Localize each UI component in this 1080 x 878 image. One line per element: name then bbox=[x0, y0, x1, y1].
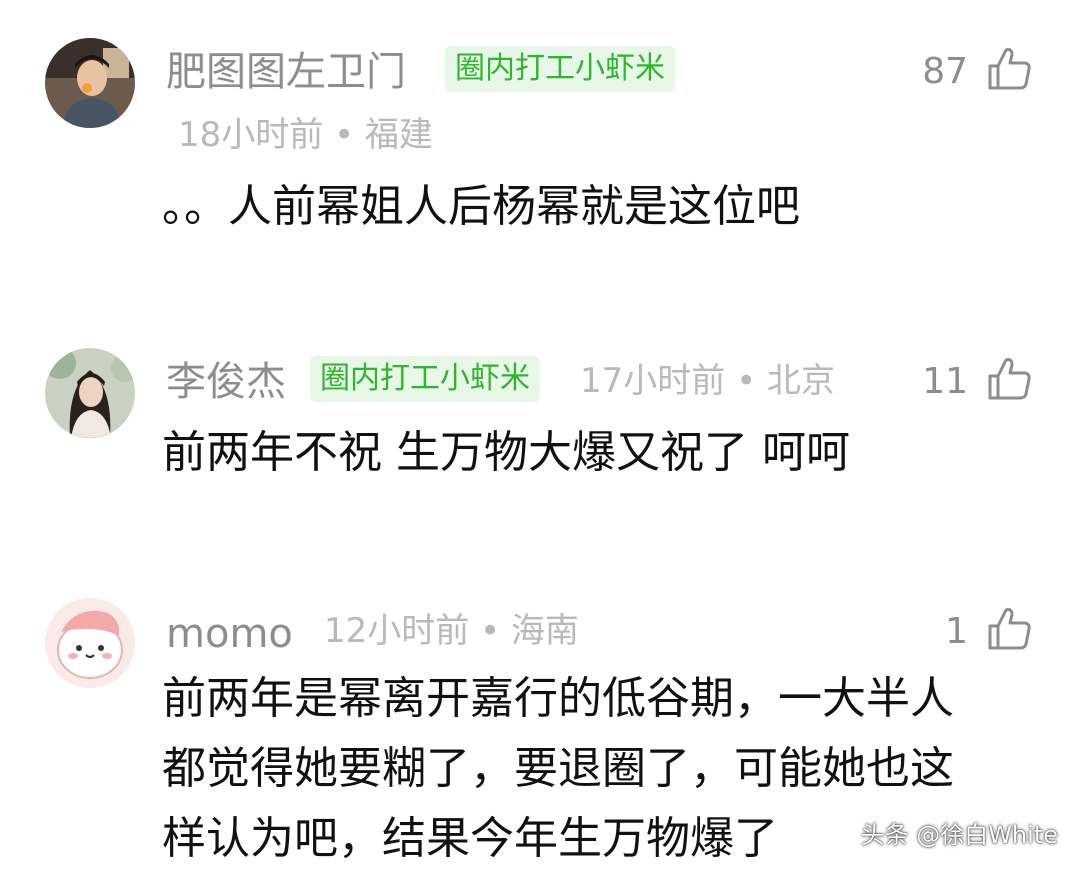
avatar[interactable] bbox=[45, 348, 135, 438]
comment-item: 李俊杰 圈内打工小虾米 17小时前 • 北京 11 前两年不祝 生万物大爆又祝了… bbox=[0, 300, 1080, 570]
thumbs-up-icon[interactable] bbox=[986, 354, 1034, 402]
comment-meta: 17小时前 • 北京 bbox=[580, 361, 835, 401]
thumbs-up-icon[interactable] bbox=[986, 44, 1034, 92]
comment-text-line: 都觉得她要糊了，要退圈了，可能她也这 bbox=[162, 743, 954, 794]
user-badge: 圈内打工小虾米 bbox=[310, 356, 540, 402]
comment-text: 前两年不祝 生万物大爆又祝了 呵呵 bbox=[162, 418, 850, 488]
username[interactable]: 肥图图左卫门 bbox=[166, 52, 406, 92]
username[interactable]: 李俊杰 bbox=[166, 362, 286, 402]
comment-text-line: 样认为吧，结果今年生万物爆了 bbox=[162, 813, 778, 864]
like-count: 87 bbox=[922, 51, 968, 92]
comment-text-line: 前两年不祝 生万物大爆又祝了 呵呵 bbox=[162, 427, 850, 478]
like-count: 11 bbox=[922, 361, 968, 402]
user-badge: 圈内打工小虾米 bbox=[445, 46, 675, 92]
comment-text-line: 前两年是幂离开嘉行的低谷期，一大半人 bbox=[162, 673, 954, 724]
comment-text: 。。人前幂姐人后杨幂就是这位吧 bbox=[162, 172, 800, 242]
comment-meta: 18小时前 • 福建 bbox=[178, 115, 433, 155]
avatar[interactable] bbox=[45, 598, 135, 688]
like-count: 1 bbox=[945, 611, 968, 652]
comment-text-line: 。。人前幂姐人后杨幂就是这位吧 bbox=[162, 181, 800, 232]
username[interactable]: momo bbox=[166, 614, 293, 654]
thumbs-up-icon[interactable] bbox=[986, 604, 1034, 652]
comment-meta: 12小时前 • 海南 bbox=[324, 611, 579, 651]
watermark: 头条 @徐白White bbox=[860, 821, 1058, 849]
avatar[interactable] bbox=[45, 38, 135, 128]
comment-text: 前两年是幂离开嘉行的低谷期，一大半人 都觉得她要糊了，要退圈了，可能她也这 样认… bbox=[162, 664, 954, 874]
comment-item: 肥图图左卫门 圈内打工小虾米 87 18小时前 • 福建 。。人前幂姐人后杨幂就… bbox=[0, 0, 1080, 300]
